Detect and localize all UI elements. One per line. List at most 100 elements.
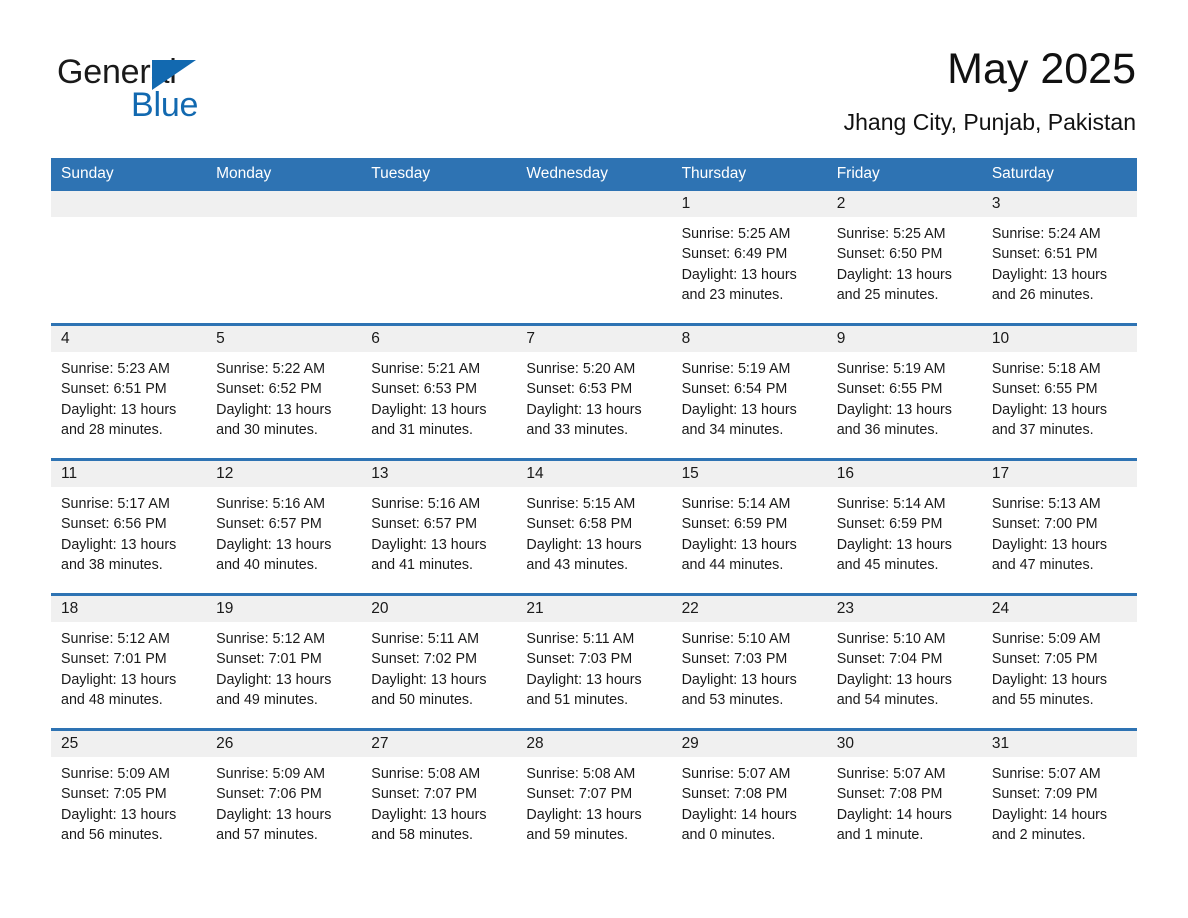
sunset-text: Sunset: 7:08 PM bbox=[681, 786, 788, 803]
day-number: 4 bbox=[51, 326, 207, 352]
calendar-day-cell[interactable]: 7 Sunrise: 5:20 AM Sunset: 6:53 PM Daylight… bbox=[516, 323, 672, 460]
calendar-day-cell[interactable]: 23 Sunrise: 5:10 AM Sunset: 7:04 PM Dayligh… bbox=[826, 593, 982, 730]
sunset-text: Sunset: 7:02 PM bbox=[371, 651, 477, 668]
daylight-text-line2: and 56 minutes. bbox=[61, 826, 163, 843]
day-number: 6 bbox=[361, 326, 517, 352]
day-details: Sunrise: 5:10 AM Sunset: 7:04 PM Daylight:… bbox=[827, 622, 982, 710]
day-number: 5 bbox=[206, 326, 362, 352]
calendar-day-cell[interactable]: 8 Sunrise: 5:19 AM Sunset: 6:54 PM Daylight… bbox=[671, 323, 827, 460]
day-details: Sunrise: 5:09 AM Sunset: 7:05 PM Daylight:… bbox=[982, 622, 1137, 710]
sunset-text: Sunset: 7:01 PM bbox=[61, 651, 167, 668]
calendar-day-cell[interactable]: 15 Sunrise: 5:14 AM Sunset: 6:59 PM Dayligh… bbox=[671, 458, 827, 595]
calendar-day-cell[interactable]: 21 Sunrise: 5:11 AM Sunset: 7:03 PM Dayligh… bbox=[516, 593, 672, 730]
day-details: Sunrise: 5:10 AM Sunset: 7:03 PM Daylight:… bbox=[672, 622, 827, 710]
calendar-day-cell[interactable]: 13 Sunrise: 5:16 AM Sunset: 6:57 PM Dayligh… bbox=[361, 458, 517, 595]
day-number: 2 bbox=[826, 191, 982, 217]
sunset-text: Sunset: 6:51 PM bbox=[61, 381, 167, 398]
day-details: Sunrise: 5:19 AM Sunset: 6:55 PM Daylight:… bbox=[827, 352, 982, 440]
daylight-text-line2: and 43 minutes. bbox=[526, 556, 629, 573]
calendar-day-cell[interactable]: 24 Sunrise: 5:09 AM Sunset: 7:05 PM Dayligh… bbox=[981, 593, 1137, 730]
day-number bbox=[516, 191, 672, 217]
day-details: Sunrise: 5:09 AM Sunset: 7:06 PM Daylight:… bbox=[206, 757, 361, 845]
day-details: Sunrise: 5:09 AM Sunset: 7:05 PM Daylight:… bbox=[51, 757, 206, 845]
daylight-text-line1: Daylight: 13 hours bbox=[836, 401, 952, 418]
calendar-day-cell[interactable]: 28 Sunrise: 5:08 AM Sunset: 7:07 PM Dayligh… bbox=[516, 728, 672, 863]
sunrise-text: Sunrise: 5:12 AM bbox=[216, 631, 326, 647]
calendar-page: General Blue May 2025 Jhang City, Punjab… bbox=[0, 0, 1188, 918]
daylight-text-line2: and 25 minutes. bbox=[836, 286, 939, 303]
day-number: 17 bbox=[981, 461, 1137, 487]
calendar-day-cell[interactable]: 4 Sunrise: 5:23 AM Sunset: 6:51 PM Daylight… bbox=[51, 323, 207, 460]
calendar-day-cell[interactable]: 30 Sunrise: 5:07 AM Sunset: 7:08 PM Dayligh… bbox=[826, 728, 982, 863]
sunset-text: Sunset: 7:03 PM bbox=[526, 651, 633, 668]
daylight-text-line2: and 37 minutes. bbox=[991, 421, 1094, 438]
calendar-day-cell[interactable]: 11 Sunrise: 5:17 AM Sunset: 6:56 PM Dayligh… bbox=[51, 458, 207, 595]
daylight-text-line2: and 23 minutes. bbox=[681, 286, 784, 303]
daylight-text-line2: and 31 minutes. bbox=[371, 421, 474, 438]
day-number: 15 bbox=[671, 461, 827, 487]
sunrise-text: Sunrise: 5:09 AM bbox=[216, 766, 326, 782]
generalblue-logo[interactable]: General Blue bbox=[57, 52, 317, 124]
sunrise-text: Sunrise: 5:08 AM bbox=[526, 766, 636, 782]
daylight-text-line2: and 50 minutes. bbox=[371, 691, 474, 708]
daylight-text-line1: Daylight: 13 hours bbox=[681, 266, 797, 283]
daylight-text-line2: and 0 minutes. bbox=[681, 826, 776, 843]
daylight-text-line2: and 49 minutes. bbox=[216, 691, 318, 708]
day-number: 28 bbox=[516, 731, 672, 757]
calendar-week-row: 4 Sunrise: 5:23 AM Sunset: 6:51 PM Daylight… bbox=[51, 323, 1137, 460]
daylight-text-line1: Daylight: 13 hours bbox=[371, 671, 487, 688]
calendar-day-cell[interactable]: 20 Sunrise: 5:11 AM Sunset: 7:02 PM Dayligh… bbox=[361, 593, 517, 730]
daylight-text-line1: Daylight: 13 hours bbox=[216, 671, 332, 688]
calendar-day-cell[interactable]: 3 Sunrise: 5:24 AM Sunset: 6:51 PM Daylight… bbox=[981, 191, 1137, 325]
calendar-day-cell[interactable]: 6 Sunrise: 5:21 AM Sunset: 6:53 PM Daylight… bbox=[361, 323, 517, 460]
calendar-day-cell[interactable]: 22 Sunrise: 5:10 AM Sunset: 7:03 PM Dayligh… bbox=[671, 593, 827, 730]
calendar-day-cell[interactable]: 26 Sunrise: 5:09 AM Sunset: 7:06 PM Dayligh… bbox=[206, 728, 362, 863]
day-details: Sunrise: 5:12 AM Sunset: 7:01 PM Daylight:… bbox=[206, 622, 361, 710]
daylight-text-line2: and 51 minutes. bbox=[526, 691, 629, 708]
calendar-day-cell[interactable]: 17 Sunrise: 5:13 AM Sunset: 7:00 PM Dayligh… bbox=[981, 458, 1137, 595]
calendar-day-cell[interactable]: 31 Sunrise: 5:07 AM Sunset: 7:09 PM Dayligh… bbox=[981, 728, 1137, 863]
calendar-day-cell[interactable]: 27 Sunrise: 5:08 AM Sunset: 7:07 PM Dayligh… bbox=[361, 728, 517, 863]
calendar-day-cell[interactable]: 2 Sunrise: 5:25 AM Sunset: 6:50 PM Daylight… bbox=[826, 191, 982, 325]
sunset-text: Sunset: 6:59 PM bbox=[681, 516, 788, 533]
daylight-text-line2: and 59 minutes. bbox=[526, 826, 629, 843]
day-number: 10 bbox=[981, 326, 1137, 352]
daylight-text-line2: and 26 minutes. bbox=[991, 286, 1094, 303]
calendar-day-cell[interactable]: 19 Sunrise: 5:12 AM Sunset: 7:01 PM Dayligh… bbox=[206, 593, 362, 730]
sunrise-text: Sunrise: 5:13 AM bbox=[991, 496, 1101, 512]
calendar-day-cell[interactable]: 12 Sunrise: 5:16 AM Sunset: 6:57 PM Dayligh… bbox=[206, 458, 362, 595]
daylight-text-line2: and 2 minutes. bbox=[991, 826, 1086, 843]
sunrise-text: Sunrise: 5:24 AM bbox=[991, 226, 1101, 242]
calendar-day-cell[interactable]: 18 Sunrise: 5:12 AM Sunset: 7:01 PM Dayligh… bbox=[51, 593, 207, 730]
day-details: Sunrise: 5:21 AM Sunset: 6:53 PM Daylight:… bbox=[361, 352, 516, 440]
daylight-text-line1: Daylight: 13 hours bbox=[61, 536, 177, 553]
daylight-text-line2: and 41 minutes. bbox=[371, 556, 474, 573]
daylight-text-line2: and 53 minutes. bbox=[681, 691, 784, 708]
calendar-day-cell[interactable]: 25 Sunrise: 5:09 AM Sunset: 7:05 PM Dayligh… bbox=[51, 728, 207, 863]
calendar-day-cell[interactable]: 1 Sunrise: 5:25 AM Sunset: 6:49 PM Daylight… bbox=[671, 191, 827, 325]
calendar-week-row: 18 Sunrise: 5:12 AM Sunset: 7:01 PM Dayligh… bbox=[51, 593, 1137, 730]
day-details: Sunrise: 5:08 AM Sunset: 7:07 PM Daylight:… bbox=[516, 757, 671, 845]
sunrise-text: Sunrise: 5:10 AM bbox=[836, 631, 946, 647]
sunset-text: Sunset: 7:09 PM bbox=[991, 786, 1098, 803]
day-details: Sunrise: 5:08 AM Sunset: 7:07 PM Daylight:… bbox=[361, 757, 516, 845]
calendar-day-cell[interactable]: 9 Sunrise: 5:19 AM Sunset: 6:55 PM Daylight… bbox=[826, 323, 982, 460]
calendar-week-row: 1 Sunrise: 5:25 AM Sunset: 6:49 PM Daylight… bbox=[51, 191, 1137, 325]
day-details bbox=[361, 217, 516, 224]
calendar-day-cell[interactable]: 16 Sunrise: 5:14 AM Sunset: 6:59 PM Dayligh… bbox=[826, 458, 982, 595]
sunrise-text: Sunrise: 5:23 AM bbox=[61, 361, 170, 377]
sunset-text: Sunset: 6:54 PM bbox=[681, 381, 788, 398]
sunrise-text: Sunrise: 5:14 AM bbox=[836, 496, 946, 512]
calendar-day-cell[interactable]: 29 Sunrise: 5:07 AM Sunset: 7:08 PM Dayligh… bbox=[671, 728, 827, 863]
sunrise-text: Sunrise: 5:19 AM bbox=[681, 361, 791, 377]
day-number: 13 bbox=[361, 461, 517, 487]
calendar-day-cell[interactable]: 5 Sunrise: 5:22 AM Sunset: 6:52 PM Daylight… bbox=[206, 323, 362, 460]
sunset-text: Sunset: 7:08 PM bbox=[836, 786, 943, 803]
sunrise-text: Sunrise: 5:14 AM bbox=[681, 496, 791, 512]
page-title: May 2025 bbox=[947, 45, 1136, 93]
day-number: 7 bbox=[516, 326, 672, 352]
sunrise-text: Sunrise: 5:18 AM bbox=[991, 361, 1101, 377]
calendar-day-cell[interactable]: 10 Sunrise: 5:18 AM Sunset: 6:55 PM Dayligh… bbox=[981, 323, 1137, 460]
sunset-text: Sunset: 6:51 PM bbox=[991, 246, 1098, 263]
calendar-day-cell[interactable]: 14 Sunrise: 5:15 AM Sunset: 6:58 PM Dayligh… bbox=[516, 458, 672, 595]
